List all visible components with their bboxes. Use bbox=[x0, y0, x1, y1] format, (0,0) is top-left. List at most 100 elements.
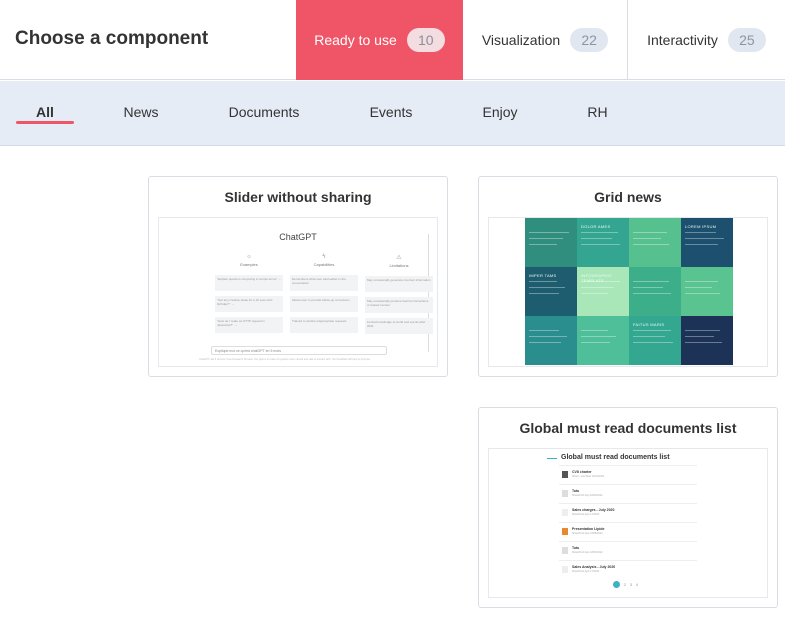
page-title: Choose a component bbox=[15, 28, 209, 49]
infographic-grid: DOLOR AMES LOREM IPSUM IMPER TAMS INFOGRAPH… bbox=[525, 218, 733, 365]
document-list-item: Tutu SharePoint App 18/03/2022 bbox=[559, 541, 697, 560]
limitation-box: May occasionally generate incorrect info… bbox=[365, 276, 433, 292]
card-title: Grid news bbox=[594, 189, 662, 205]
tile-text-line bbox=[529, 232, 569, 233]
card-preview-image: DOLOR AMES LOREM IPSUM IMPER TAMS INFOGRAPH… bbox=[488, 217, 768, 367]
page-link: 4 bbox=[635, 582, 638, 587]
capability-box: Allows user to provide follow-up correct… bbox=[290, 296, 358, 312]
tile-label: LOREM IPSUM bbox=[685, 224, 717, 229]
card-title: Global must read documents list bbox=[519, 420, 737, 436]
tab-label: Visualization bbox=[481, 32, 561, 48]
tile-text-line bbox=[685, 330, 720, 331]
filter-documents[interactable]: Documents bbox=[220, 104, 308, 120]
document-list-item: Sales Analysis - July 2020 SharePoint App… bbox=[559, 560, 697, 579]
tile-text-line bbox=[685, 281, 718, 282]
tile-text-line bbox=[633, 330, 671, 331]
tile-text-line bbox=[685, 342, 722, 343]
document-meta: SharePoint App 17/2020 bbox=[572, 513, 600, 516]
count-badge: 10 bbox=[406, 28, 445, 52]
tile-label: IMPER TAMS bbox=[529, 273, 557, 278]
tile-text-line bbox=[529, 293, 559, 294]
file-icon bbox=[562, 566, 568, 573]
file-icon bbox=[562, 471, 568, 478]
list-title: Global must read documents list bbox=[561, 454, 670, 461]
component-card-grid-news[interactable]: Grid news DOLOR AMES LOREM IPSUM IMPER TAM… bbox=[478, 176, 778, 377]
tab-ready-to-use[interactable]: Ready to use 10 bbox=[296, 0, 463, 80]
component-card-slider[interactable]: Slider without sharing ChatGPT ☼ Examples… bbox=[148, 176, 448, 377]
tile-text-line bbox=[685, 244, 718, 245]
example-box: "Explain quantum computing in simple ter… bbox=[215, 275, 283, 291]
grid-tile: IMPER TAMS bbox=[525, 267, 577, 316]
document-list-item: Sales charges - July 2020 SharePoint App … bbox=[559, 503, 697, 522]
file-icon bbox=[562, 509, 568, 516]
grid-tile bbox=[681, 267, 733, 316]
document-name: Sales charges - July 2020 bbox=[572, 508, 615, 512]
chatgpt-title: ChatGPT bbox=[279, 232, 317, 242]
tile-text-line bbox=[633, 293, 671, 294]
tile-text-line bbox=[581, 336, 616, 337]
tile-text-line bbox=[685, 232, 716, 233]
tile-text-line bbox=[581, 232, 618, 233]
document-name: Tutu bbox=[572, 489, 580, 493]
documents-list: CV8 charter Alfred · Last Mod 12/01/2022 T… bbox=[559, 465, 697, 579]
sun-icon: ☼ bbox=[246, 254, 252, 260]
tile-label: DOLOR AMES bbox=[581, 224, 611, 229]
grid-tile bbox=[629, 218, 681, 267]
grid-tile bbox=[525, 218, 577, 267]
tile-text-line bbox=[529, 342, 561, 343]
tile-text-line bbox=[581, 244, 620, 245]
active-filter-indicator bbox=[16, 121, 74, 124]
grid-tile: FAITUS MARIS bbox=[629, 316, 681, 365]
title-accent-line bbox=[547, 458, 557, 459]
tile-text-line bbox=[633, 336, 665, 337]
capability-box: Remembers what user said earlier in the … bbox=[290, 275, 358, 291]
file-icon bbox=[562, 490, 568, 497]
tab-interactivity[interactable]: Interactivity 25 bbox=[628, 0, 785, 80]
limitation-box: Limited knowledge of world and events af… bbox=[365, 318, 433, 334]
page-link: 2 bbox=[624, 582, 626, 587]
filter-rh[interactable]: RH bbox=[575, 104, 620, 120]
tile-text-line bbox=[633, 342, 673, 343]
chat-footer: ChatGPT Jan 9 Version. Free Research Pre… bbox=[199, 358, 371, 361]
tile-text-line bbox=[529, 287, 565, 288]
tile-text-line bbox=[581, 330, 608, 331]
column-heading: Limitations bbox=[389, 263, 409, 268]
document-meta: SharePoint App 18/03/2022 bbox=[572, 551, 603, 554]
count-badge: 25 bbox=[727, 28, 766, 52]
card-title: Slider without sharing bbox=[224, 189, 372, 205]
tile-text-line bbox=[633, 238, 661, 239]
tile-text-line bbox=[633, 244, 669, 245]
file-icon bbox=[562, 528, 568, 535]
tile-text-line bbox=[685, 293, 720, 294]
document-list-item: CV8 charter Alfred · Last Mod 12/01/2022 bbox=[559, 465, 697, 484]
filter-news[interactable]: News bbox=[111, 104, 171, 120]
tile-text-line bbox=[581, 281, 620, 282]
grid-tile bbox=[681, 316, 733, 365]
document-meta: SharePoint App 18/03/2022 bbox=[572, 494, 603, 497]
tile-text-line bbox=[581, 342, 610, 343]
filter-all[interactable]: All bbox=[16, 104, 74, 120]
filter-enjoy[interactable]: Enjoy bbox=[470, 104, 530, 120]
tile-text-line bbox=[685, 238, 724, 239]
tile-text-line bbox=[581, 293, 608, 294]
card-preview-image: ChatGPT ☼ Examples "Explain quantum compu… bbox=[158, 217, 438, 367]
tile-text-line bbox=[685, 336, 714, 337]
lightning-icon: ϟ bbox=[322, 254, 326, 260]
count-badge: 22 bbox=[570, 28, 609, 52]
tile-text-line bbox=[581, 287, 614, 288]
tile-text-line bbox=[529, 244, 557, 245]
capability-box: Trained to decline inappropriate request… bbox=[290, 317, 358, 333]
tab-visualization[interactable]: Visualization 22 bbox=[463, 0, 628, 80]
document-meta: SharePoint App 17/2020 bbox=[572, 570, 600, 573]
grid-tile bbox=[577, 316, 629, 365]
limitations-column: ⚠ Limitations May occasionally generate i… bbox=[365, 254, 433, 339]
example-box: "How do I make an HTTP request in Javasc… bbox=[215, 317, 283, 333]
filter-events[interactable]: Events bbox=[356, 104, 426, 120]
page-current: 1 bbox=[613, 581, 620, 588]
category-filter-bar: All News Documents Events Enjoy RH bbox=[0, 81, 785, 146]
component-card-documents-list[interactable]: Global must read documents list Global m… bbox=[478, 407, 778, 608]
column-heading: Capabilities bbox=[313, 262, 335, 267]
tile-label: FAITUS MARIS bbox=[633, 322, 665, 327]
tile-text-line bbox=[529, 336, 567, 337]
example-box: "Got any creative ideas for a 10 year ol… bbox=[215, 296, 283, 312]
